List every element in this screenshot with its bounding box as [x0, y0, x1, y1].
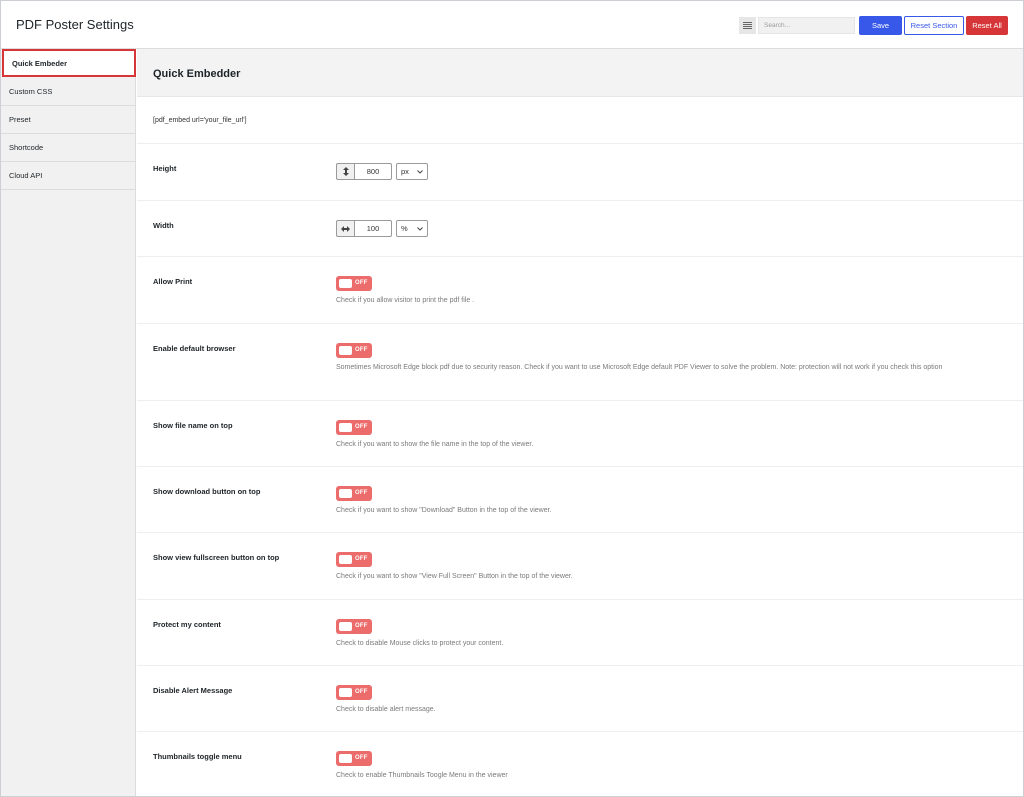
show-file-name-row: Show file name on top OFF Check if you w…: [137, 400, 1023, 466]
thumbnails-toggle-label: Thumbnails toggle menu: [153, 752, 242, 761]
width-input[interactable]: [354, 220, 392, 237]
show-download-button-label: Show download button on top: [153, 487, 261, 496]
disable-alert-label: Disable Alert Message: [153, 686, 233, 695]
toggle-knob: [339, 555, 352, 564]
chevron-down-icon: [417, 169, 423, 174]
toggle-state: OFF: [355, 754, 368, 761]
allow-print-toggle[interactable]: OFF: [336, 276, 372, 291]
toggle-state: OFF: [355, 688, 368, 695]
shortcode-text: [pdf_embed url='your_file_url']: [153, 117, 247, 124]
toggle-state: OFF: [355, 423, 368, 430]
sidebar-item-preset[interactable]: Preset: [1, 106, 135, 134]
thumbnails-toggle-switch[interactable]: OFF: [336, 751, 372, 766]
disable-alert-toggle[interactable]: OFF: [336, 685, 372, 700]
show-fullscreen-button-toggle[interactable]: OFF: [336, 552, 372, 567]
width-unit-select[interactable]: %: [396, 220, 428, 237]
settings-window: PDF Poster Settings Save Reset Section R…: [0, 0, 1024, 797]
protect-content-row: Protect my content OFF Check to disable …: [137, 599, 1023, 665]
save-button[interactable]: Save: [859, 16, 902, 35]
toggle-state: OFF: [355, 279, 368, 286]
toggle-knob: [339, 688, 352, 697]
protect-content-toggle[interactable]: OFF: [336, 619, 372, 634]
sidebar-nav: Quick Embeder Custom CSS Preset Shortcod…: [1, 49, 136, 796]
toggle-knob: [339, 489, 352, 498]
enable-default-browser-label: Enable default browser: [153, 344, 236, 353]
toggle-knob: [339, 754, 352, 763]
sidebar-item-custom-css[interactable]: Custom CSS: [1, 78, 135, 106]
height-input[interactable]: [354, 163, 392, 180]
show-fullscreen-button-row: Show view fullscreen button on top OFF C…: [137, 532, 1023, 599]
sidebar-item-shortcode[interactable]: Shortcode: [1, 134, 135, 162]
show-download-button-toggle[interactable]: OFF: [336, 486, 372, 501]
toggle-knob: [339, 423, 352, 432]
header-bar: PDF Poster Settings Save Reset Section R…: [1, 1, 1023, 49]
reset-section-button[interactable]: Reset Section: [904, 16, 964, 35]
height-unit-select[interactable]: px: [396, 163, 428, 180]
toggle-state: OFF: [355, 346, 368, 353]
enable-default-browser-row: Enable default browser OFF Sometimes Mic…: [137, 323, 1023, 400]
horizontal-arrows-icon: [336, 220, 354, 237]
expand-list-icon[interactable]: [739, 17, 756, 34]
chevron-down-icon: [417, 226, 423, 231]
show-fullscreen-button-label: Show view fullscreen button on top: [153, 553, 280, 562]
width-unit-value: %: [401, 224, 408, 233]
allow-print-label: Allow Print: [153, 277, 193, 286]
disable-alert-row: Disable Alert Message OFF Check to disab…: [137, 665, 1023, 731]
toggle-state: OFF: [355, 555, 368, 562]
disable-alert-description: Check to disable alert message.: [336, 706, 436, 713]
show-download-button-description: Check if you want to show "Download" But…: [336, 507, 552, 514]
toggle-state: OFF: [355, 622, 368, 629]
toggle-state: OFF: [355, 489, 368, 496]
height-control: px: [336, 163, 428, 180]
show-fullscreen-button-description: Check if you want to show "View Full Scr…: [336, 573, 573, 580]
page-title: PDF Poster Settings: [16, 17, 134, 32]
height-unit-value: px: [401, 167, 409, 176]
sidebar-item-cloud-api[interactable]: Cloud API: [1, 162, 135, 190]
enable-default-browser-description: Sometimes Microsoft Edge block pdf due t…: [336, 364, 943, 371]
enable-default-browser-toggle[interactable]: OFF: [336, 343, 372, 358]
allow-print-row: Allow Print OFF Check if you allow visit…: [137, 256, 1023, 323]
show-download-button-row: Show download button on top OFF Check if…: [137, 466, 1023, 532]
allow-print-description: Check if you allow visitor to print the …: [336, 297, 475, 304]
height-label: Height: [153, 164, 177, 173]
settings-panel: Quick Embedder [pdf_embed url='your_file…: [137, 49, 1023, 796]
section-title: Quick Embedder: [153, 68, 241, 80]
section-header: Quick Embedder: [137, 49, 1023, 97]
show-file-name-toggle[interactable]: OFF: [336, 420, 372, 435]
toggle-knob: [339, 279, 352, 288]
thumbnails-toggle-row: Thumbnails toggle menu OFF Check to enab…: [137, 731, 1023, 796]
width-row: Width %: [137, 200, 1023, 256]
thumbnails-toggle-description: Check to enable Thumbnails Toogle Menu i…: [336, 772, 508, 779]
width-control: %: [336, 220, 428, 237]
sidebar-item-quick-embeder[interactable]: Quick Embeder: [2, 49, 136, 77]
protect-content-label: Protect my content: [153, 620, 221, 629]
height-row: Height px: [137, 143, 1023, 200]
vertical-arrows-icon: [336, 163, 354, 180]
protect-content-description: Check to disable Mouse clicks to protect…: [336, 640, 504, 647]
show-file-name-label: Show file name on top: [153, 421, 233, 430]
show-file-name-description: Check if you want to show the file name …: [336, 441, 534, 448]
toggle-knob: [339, 346, 352, 355]
search-input[interactable]: [758, 17, 855, 34]
width-label: Width: [153, 221, 174, 230]
toggle-knob: [339, 622, 352, 631]
reset-all-button[interactable]: Reset All: [966, 16, 1008, 35]
